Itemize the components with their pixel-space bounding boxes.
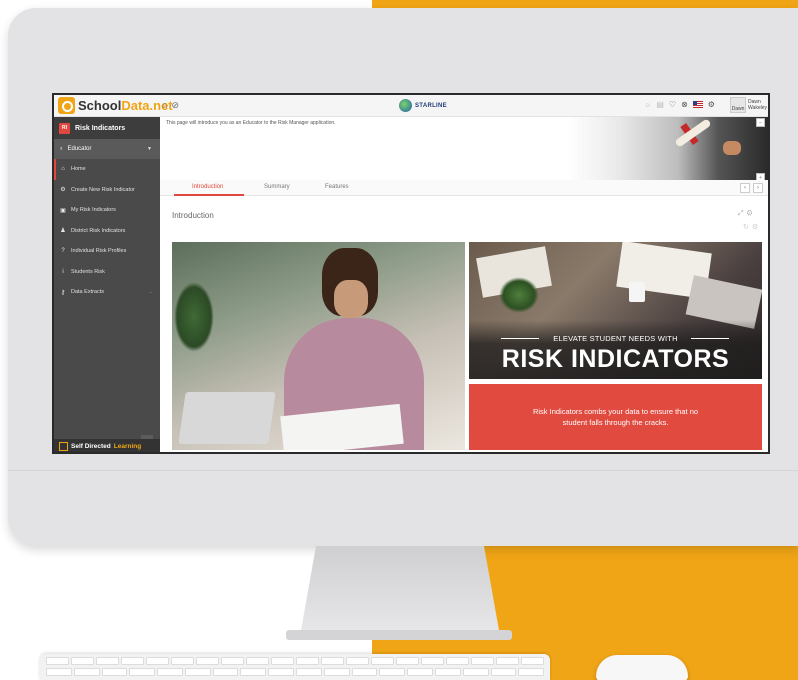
promo-tagline-box: Risk Indicators combs your data to ensur… xyxy=(469,384,762,450)
chevron-down-icon: ⌄ xyxy=(148,289,153,296)
schooldata-logo[interactable]: SchoolData.net xyxy=(58,97,173,114)
app-badge: RI xyxy=(59,122,70,134)
tab-bar: Introduction Summary Features ‹ › xyxy=(160,180,768,196)
sidebar-item-individual-risk-profiles[interactable]: ? Individual Risk Profiles xyxy=(54,241,160,262)
calendar-icon[interactable]: ▤ xyxy=(656,100,664,109)
student-photo xyxy=(172,242,465,450)
tab-features[interactable]: Features xyxy=(325,184,349,190)
top-right-icons: ☼ ▤ ♡ ⊗ ⚙ xyxy=(644,100,715,109)
district-emblem-icon xyxy=(399,99,412,112)
panel-tools: ⤢⚙ xyxy=(738,210,755,218)
sidebar-item-label: Students Risk xyxy=(71,268,105,275)
sidebar-header: RI Risk Indicators xyxy=(54,117,160,139)
tab-introduction[interactable]: Introduction xyxy=(192,184,223,190)
compass-icon[interactable]: ⊘ xyxy=(171,100,179,111)
top-bar: SchoolData.net ⌂ ⊘ STARLINE ☼ ▤ ♡ ⊗ ⚙ Da… xyxy=(54,95,768,117)
sidebar-item-my-risk-indicators[interactable]: ▣ My Risk Indicators xyxy=(54,200,160,221)
gear-icon[interactable]: ⚙ xyxy=(752,224,761,231)
monitor-stand-base xyxy=(286,630,512,640)
sidebar-item-label: Create New Risk Indicator xyxy=(71,186,135,193)
hero-minimize-button[interactable]: – xyxy=(756,118,765,127)
apple-icon: ♁ xyxy=(59,146,64,152)
gear-icon[interactable]: ⚙ xyxy=(747,210,756,217)
key-icon: ⚷ xyxy=(60,289,66,296)
sidebar-item-label: Individual Risk Profiles xyxy=(71,248,127,255)
tab-scroll-right-icon[interactable]: › xyxy=(753,183,763,193)
person-icon: i xyxy=(62,268,64,275)
us-flag-icon[interactable] xyxy=(692,101,703,108)
settings-icon: ⚙ xyxy=(60,187,66,194)
promo-banner: ELEVATE STUDENT NEEDS WITH RISK INDICATO… xyxy=(469,242,762,379)
main-content: This page will introduce you as an Educa… xyxy=(160,117,768,452)
sidebar-item-label: District Risk Indicators xyxy=(71,227,126,234)
expand-icon[interactable]: ⤢ xyxy=(738,210,747,217)
gear-icon[interactable]: ⚙ xyxy=(708,100,715,109)
support-icon[interactable]: ⊗ xyxy=(681,100,688,109)
desk-plant xyxy=(499,277,539,313)
mouse xyxy=(596,655,688,680)
help-circle-icon: ? xyxy=(61,248,65,255)
laptop xyxy=(178,392,276,444)
avatar[interactable]: Dawn xyxy=(730,97,746,113)
section-title: Introduction xyxy=(172,211,214,220)
hand xyxy=(723,141,741,155)
graduation-hero-image xyxy=(568,117,768,180)
logo-text: SchoolData.net xyxy=(78,98,173,113)
role-selector[interactable]: ♁ Educator ▼ xyxy=(54,139,160,159)
intro-text: This page will introduce you as an Educa… xyxy=(166,120,336,126)
monitor-chin-divider xyxy=(8,470,798,471)
role-label: Educator xyxy=(67,146,92,152)
sidebar-item-create-new-risk-indicator[interactable]: ⚙ Create New Risk Indicator xyxy=(54,180,160,201)
logo-mark-icon xyxy=(58,97,75,114)
home-icon: ⌂ xyxy=(61,166,65,173)
sidebar-item-label: Data Extracts xyxy=(71,289,105,296)
coffee-cup xyxy=(629,282,645,302)
subtitle-rule-right xyxy=(691,338,729,339)
student-face xyxy=(334,280,368,318)
district-logo: STARLINE xyxy=(399,99,447,112)
top-left-icons: ⌂ ⊘ xyxy=(162,100,179,111)
sidebar: RI Risk Indicators ♁ Educator ▼ ⌂ Home ⚙… xyxy=(54,117,160,452)
app-screen: SchoolData.net ⌂ ⊘ STARLINE ☼ ▤ ♡ ⊗ ⚙ Da… xyxy=(52,93,770,454)
monitor-stand xyxy=(300,546,500,636)
footer-label-a: Self Directed xyxy=(71,443,111,450)
user-name[interactable]: Dawn Wakeley xyxy=(748,99,768,111)
tab-summary[interactable]: Summary xyxy=(264,184,290,190)
chevron-down-icon: ▼ xyxy=(147,146,152,152)
self-directed-learning-link[interactable]: Self Directed Learning xyxy=(54,439,160,452)
promo-title: RISK INDICATORS xyxy=(501,345,730,373)
sidebar-item-data-extracts[interactable]: ⚷ Data Extracts ⌄ xyxy=(54,282,160,303)
keyboard xyxy=(40,654,550,680)
people-icon: ♟ xyxy=(60,228,66,235)
tab-scroll-left-icon[interactable]: ‹ xyxy=(740,183,750,193)
learning-icon xyxy=(59,442,68,451)
sidebar-item-students-risk[interactable]: i Students Risk xyxy=(54,262,160,283)
sidebar-item-district-risk-indicators[interactable]: ♟ District Risk Indicators xyxy=(54,221,160,242)
sidebar-item-home[interactable]: ⌂ Home xyxy=(54,159,160,180)
active-tab-indicator xyxy=(174,194,244,196)
promo-tagline: Risk Indicators combs your data to ensur… xyxy=(532,407,699,427)
home-icon[interactable]: ⌂ xyxy=(162,100,167,111)
health-icon[interactable]: ♡ xyxy=(669,100,676,109)
footer-label-b: Learning xyxy=(113,443,142,450)
app-title: Risk Indicators xyxy=(75,124,126,132)
panel-tools-secondary: ↻⚙ xyxy=(743,223,761,231)
sidebar-item-label: Home xyxy=(71,166,86,173)
refresh-icon[interactable]: ↻ xyxy=(743,224,752,231)
id-card-icon: ▣ xyxy=(60,207,66,214)
sidebar-item-label: My Risk Indicators xyxy=(71,207,116,214)
brightness-icon[interactable]: ☼ xyxy=(644,100,651,109)
plant xyxy=(174,282,214,352)
district-name: STARLINE xyxy=(415,102,447,109)
